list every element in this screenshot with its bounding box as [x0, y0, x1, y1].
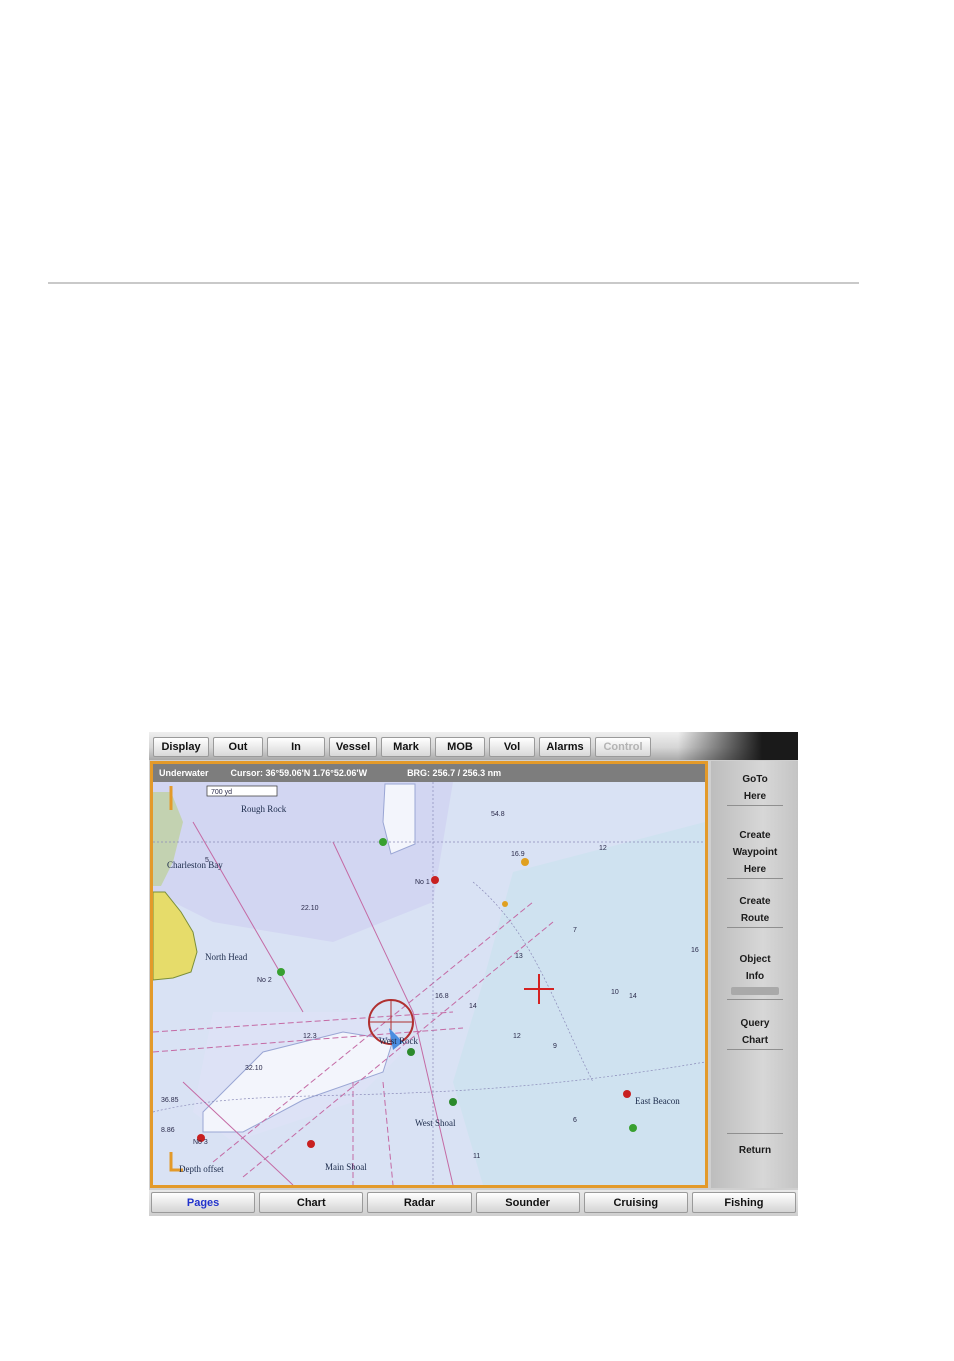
top-menu-bar: Display Out In Vessel Mark MOB Vol Alarm…	[149, 732, 798, 760]
waypoint-label-line2: Waypoint	[732, 847, 778, 858]
goto-label-line2: Here	[743, 791, 767, 802]
bottom-menu-bar: Pages Chart Radar Sounder Cruising Fishi…	[149, 1190, 798, 1216]
chart-map: 700 yd Rough Rock Charleston Bay North H…	[153, 782, 705, 1185]
label-no-3: No 3	[193, 1139, 208, 1146]
route-label-line1: Create	[739, 896, 771, 907]
create-waypoint-here-button[interactable]: Create Waypoint Here	[727, 827, 783, 879]
goto-label-line1: GoTo	[742, 774, 768, 785]
depth-sounding: 16.8	[435, 993, 449, 1000]
tab-cruising[interactable]: Cruising	[583, 1192, 688, 1213]
menu-alarms[interactable]: Alarms	[539, 737, 591, 757]
depth-sounding: 6	[573, 1117, 577, 1124]
chartplotter-screen: Display Out In Vessel Mark MOB Vol Alarm…	[149, 732, 798, 1216]
menu-vessel[interactable]: Vessel	[329, 737, 377, 757]
horizontal-rule	[48, 282, 859, 284]
object-info-button[interactable]: Object Info	[727, 951, 783, 1000]
depth-sounding: 32.10	[245, 1065, 263, 1072]
label-rough-rock: Rough Rock	[241, 804, 287, 814]
chart-status-bar: Underwater Cursor: 36°59.06'N 1.76°52.06…	[153, 764, 705, 782]
depth-sounding: 14	[629, 993, 637, 1000]
nautical-chart[interactable]: Underwater Cursor: 36°59.06'N 1.76°52.06…	[150, 761, 708, 1188]
query-label-line1: Query	[740, 1018, 770, 1029]
label-charleston: Charleston Bay	[167, 860, 223, 870]
tab-radar[interactable]: Radar	[367, 1192, 472, 1213]
create-route-button[interactable]: Create Route	[727, 893, 783, 928]
label-west-rock: West Rock	[379, 1036, 419, 1046]
waypoint-label-line1: Create	[739, 830, 771, 841]
depth-sounding: 12	[513, 1033, 521, 1040]
label-no-1: No 1	[415, 879, 430, 886]
depth-sounding: 8.86	[161, 1127, 175, 1134]
tab-sounder[interactable]: Sounder	[475, 1192, 580, 1213]
menu-mark[interactable]: Mark	[381, 737, 431, 757]
label-east-beacon: East Beacon	[635, 1096, 680, 1106]
label-depth-offset: Depth offset	[179, 1164, 224, 1174]
label-west-shoal: West Shoal	[415, 1118, 456, 1128]
object-info-label-line1: Object	[739, 954, 771, 965]
menu-mob[interactable]: MOB	[435, 737, 485, 757]
object-info-label-line2: Info	[745, 971, 765, 982]
label-main-shoal: Main Shoal	[325, 1162, 367, 1172]
menu-volume[interactable]: Vol	[489, 737, 535, 757]
status-cursor-position: Cursor: 36°59.06'N 1.76°52.06'W	[230, 768, 368, 778]
scale-label: 700 yd	[211, 789, 232, 796]
menu-zoom-out[interactable]: Out	[213, 737, 263, 757]
status-mode: Underwater	[159, 768, 209, 778]
query-label-line2: Chart	[741, 1035, 769, 1046]
menu-display[interactable]: Display	[153, 737, 209, 757]
depth-sounding: 12.3	[303, 1033, 317, 1040]
goto-here-button[interactable]: GoTo Here	[727, 771, 783, 806]
depth-sounding: 7	[573, 927, 577, 934]
menu-zoom-in[interactable]: In	[267, 737, 325, 757]
depth-sounding: 16	[691, 947, 699, 954]
depth-sounding: 11	[473, 1153, 480, 1160]
route-label-line2: Route	[740, 913, 770, 924]
depth-sounding: 14	[469, 1003, 477, 1010]
depth-sounding: 54.8	[491, 811, 505, 818]
depth-sounding: 22.10	[301, 905, 319, 912]
depth-sounding: 36.85	[161, 1097, 179, 1104]
depth-sounding: 9	[553, 1043, 557, 1050]
return-button[interactable]: Return	[727, 1133, 783, 1159]
topbar-shade	[678, 732, 798, 760]
depth-sounding: 5	[205, 857, 209, 864]
depth-sounding: 12	[599, 845, 607, 852]
soft-key-panel: GoTo Here Create Waypoint Here Create Ro…	[711, 761, 798, 1188]
menu-control[interactable]: Control	[595, 737, 651, 757]
waypoint-label-line3: Here	[743, 864, 767, 875]
depth-sounding: 10	[611, 989, 619, 996]
query-chart-button[interactable]: Query Chart	[727, 1015, 783, 1050]
tab-pages[interactable]: Pages	[151, 1192, 256, 1213]
depth-sounding: 16.9	[511, 851, 525, 858]
status-bearing: BRG: 256.7 / 256.3 nm	[407, 768, 502, 778]
tab-chart[interactable]: Chart	[259, 1192, 364, 1213]
object-info-toggle	[731, 987, 779, 995]
depth-sounding: 13	[515, 953, 523, 960]
label-no-2: No 2	[257, 977, 272, 984]
tab-fishing[interactable]: Fishing	[691, 1192, 797, 1213]
label-north-head: North Head	[205, 952, 248, 962]
